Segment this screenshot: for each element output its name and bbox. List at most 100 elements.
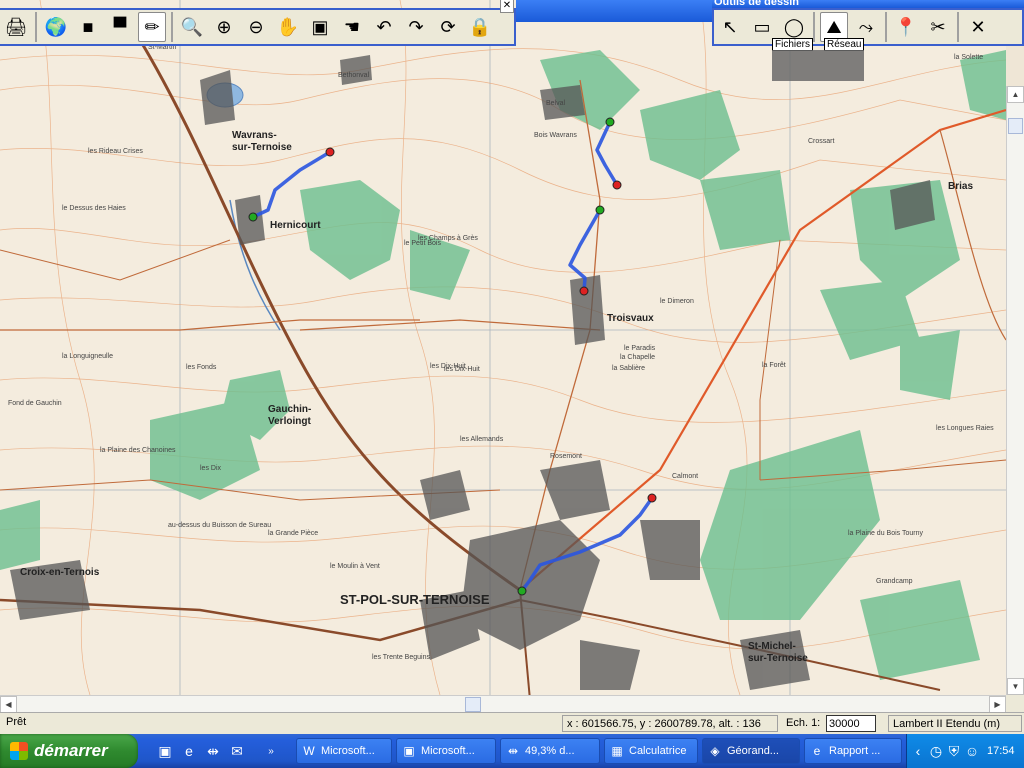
pan-hand-zoom-icon[interactable]: ✋ <box>274 12 302 42</box>
show-desktop-icon[interactable]: ▣ <box>156 742 174 760</box>
tray-expand-icon[interactable]: ‹ <box>909 742 927 760</box>
scale-label: Ech. 1: <box>786 717 821 729</box>
task-label: Calculatrice <box>629 745 687 757</box>
layer-gray-icon[interactable]: ■ <box>74 12 102 42</box>
horizontal-scrollbar[interactable]: ◀ ▶ <box>0 695 1006 713</box>
scroll-down-button[interactable]: ▼ <box>1007 678 1024 695</box>
task-label: Géorand... <box>727 745 779 757</box>
map-label: Croix-en-Ternois <box>20 567 100 578</box>
endpoint-start-2 <box>605 117 615 127</box>
redo-icon[interactable]: ↷ <box>402 12 430 42</box>
tray-security-icon[interactable]: ⛨ <box>945 742 963 760</box>
toolbar-separator <box>35 12 37 42</box>
task-app-icon: ▦ <box>611 744 623 758</box>
map-label: la Forêt <box>762 362 786 369</box>
taskbar-button[interactable]: ◈ Géorand... <box>702 738 800 764</box>
map-label: le Dessus des Haies <box>62 205 126 212</box>
scroll-left-button[interactable]: ◀ <box>0 696 17 713</box>
map-canvas[interactable] <box>0 0 1006 695</box>
map-label: Bois Wavrans <box>534 132 577 139</box>
route-belval <box>595 120 619 187</box>
task-label: Microsoft... <box>321 745 375 757</box>
map-label: les Dix <box>200 465 222 472</box>
tray-clock-app-icon[interactable]: ◷ <box>927 742 945 760</box>
vertical-scroll-thumb[interactable] <box>1008 118 1023 134</box>
lock-icon[interactable]: 🔒 <box>466 12 494 42</box>
topographic-map[interactable]: ST-POL-SUR-TERNOISE Troisvaux Hernicourt Wa… <box>0 0 1006 695</box>
scissors-icon[interactable]: ✂ <box>924 12 952 42</box>
map-label: Calmont <box>672 473 699 480</box>
map-label: St-Michel- <box>748 641 796 652</box>
marker-icon[interactable]: 📍 <box>892 12 920 42</box>
zoom-out-icon[interactable]: ⊖ <box>242 12 270 42</box>
zoom-window-icon[interactable]: ▣ <box>306 12 334 42</box>
map-label: la Plaine des Chanoines <box>100 447 176 454</box>
endpoint-end-2 <box>612 180 622 190</box>
scroll-right-button[interactable]: ▶ <box>989 696 1006 713</box>
pencil-edit-icon[interactable]: ✏ <box>138 12 166 42</box>
map-label: Brias <box>948 181 974 192</box>
map-label: au-dessus du Buisson de Sureau <box>168 522 272 529</box>
scale-input[interactable] <box>826 715 876 732</box>
globe-open-icon[interactable]: 🌍 <box>42 12 70 42</box>
horizontal-scroll-thumb[interactable] <box>465 697 481 712</box>
taskbar-button[interactable]: ▦ Calculatrice <box>604 738 698 764</box>
map-label: Gauchin- <box>268 404 312 415</box>
quicklaunch-more-icon[interactable]: » <box>262 742 280 760</box>
layer-gray2-icon[interactable]: ▀ <box>106 12 134 42</box>
refresh-icon[interactable]: ⟳ <box>434 12 462 42</box>
zoom-in-icon[interactable]: ⊕ <box>210 12 238 42</box>
map-label: le Paradis <box>624 345 656 352</box>
undo-icon[interactable]: ↶ <box>370 12 398 42</box>
toolbar-separator <box>957 12 959 42</box>
zoom-icon[interactable]: 🔍 <box>178 12 206 42</box>
map-label: les Fonds <box>186 364 217 371</box>
toolbar-separator <box>813 12 815 42</box>
map-label: Crossart <box>808 138 835 145</box>
taskbar-button[interactable]: ▣ Microsoft... <box>396 738 496 764</box>
map-label: Belval <box>546 100 566 107</box>
drawing-tools-titlebar[interactable]: Outils de dessin <box>712 0 1024 8</box>
map-label: Verloingt <box>268 416 311 427</box>
task-app-icon: W <box>303 744 315 758</box>
map-label: les Allemands <box>460 436 504 443</box>
map-label: le Dimeron <box>660 298 694 305</box>
drawing-tools-title: Outils de dessin <box>714 0 799 8</box>
map-label: la Plaine du Bois Tourny <box>848 530 923 537</box>
toolbar-separator <box>171 12 173 42</box>
system-tray: ‹ ◷ ⛨ ☺ 17:54 <box>906 734 1024 768</box>
network-icon[interactable]: ⇹ <box>204 742 222 760</box>
main-toolbar-close-button[interactable]: ✕ <box>500 0 514 13</box>
map-label: Grandcamp <box>876 578 913 585</box>
map-label: Rosemont <box>550 453 582 460</box>
start-button[interactable]: démarrer <box>0 734 138 768</box>
status-projection: Lambert II Etendu (m) <box>888 715 1022 732</box>
status-ready: Prêt <box>6 716 27 728</box>
taskbar-button[interactable]: e Rapport ... <box>804 738 902 764</box>
task-label: Rapport ... <box>829 745 881 757</box>
clock[interactable]: 17:54 <box>987 745 1015 757</box>
vertical-scrollbar[interactable]: ▲ ▼ <box>1006 86 1024 695</box>
map-label: le Moulin à Vent <box>330 563 380 570</box>
print-icon[interactable]: 🖨 <box>2 12 30 42</box>
task-label: 49,3% d... <box>525 745 575 757</box>
map-label: les Champs à Grès <box>418 235 478 242</box>
scrollbar-corner <box>1006 695 1024 712</box>
internet-explorer-icon[interactable]: e <box>180 742 198 760</box>
task-app-icon: ▣ <box>403 744 415 758</box>
map-label: Fond de Gauchin <box>8 400 62 407</box>
status-bar: Prêt x : 601566.75, y : 2600789.78, alt.… <box>0 712 1024 747</box>
start-label: démarrer <box>34 741 108 760</box>
app-titlebar-fragment <box>516 0 712 22</box>
map-label: sur-Ternoise <box>748 653 808 664</box>
pan-hand-icon[interactable]: ☚ <box>338 12 366 42</box>
scroll-up-button[interactable]: ▲ <box>1007 86 1024 103</box>
delete-icon[interactable]: ✕ <box>964 12 992 42</box>
tray-messenger-icon[interactable]: ☺ <box>963 742 981 760</box>
mail-icon[interactable]: ✉ <box>228 742 246 760</box>
pointer-icon[interactable]: ↖ <box>716 12 744 42</box>
map-label: la Grande Pièce <box>268 530 319 537</box>
endpoint-start-3 <box>595 205 605 215</box>
taskbar-button[interactable]: W Microsoft... <box>296 738 392 764</box>
taskbar-button[interactable]: ⇹ 49,3% d... <box>500 738 600 764</box>
